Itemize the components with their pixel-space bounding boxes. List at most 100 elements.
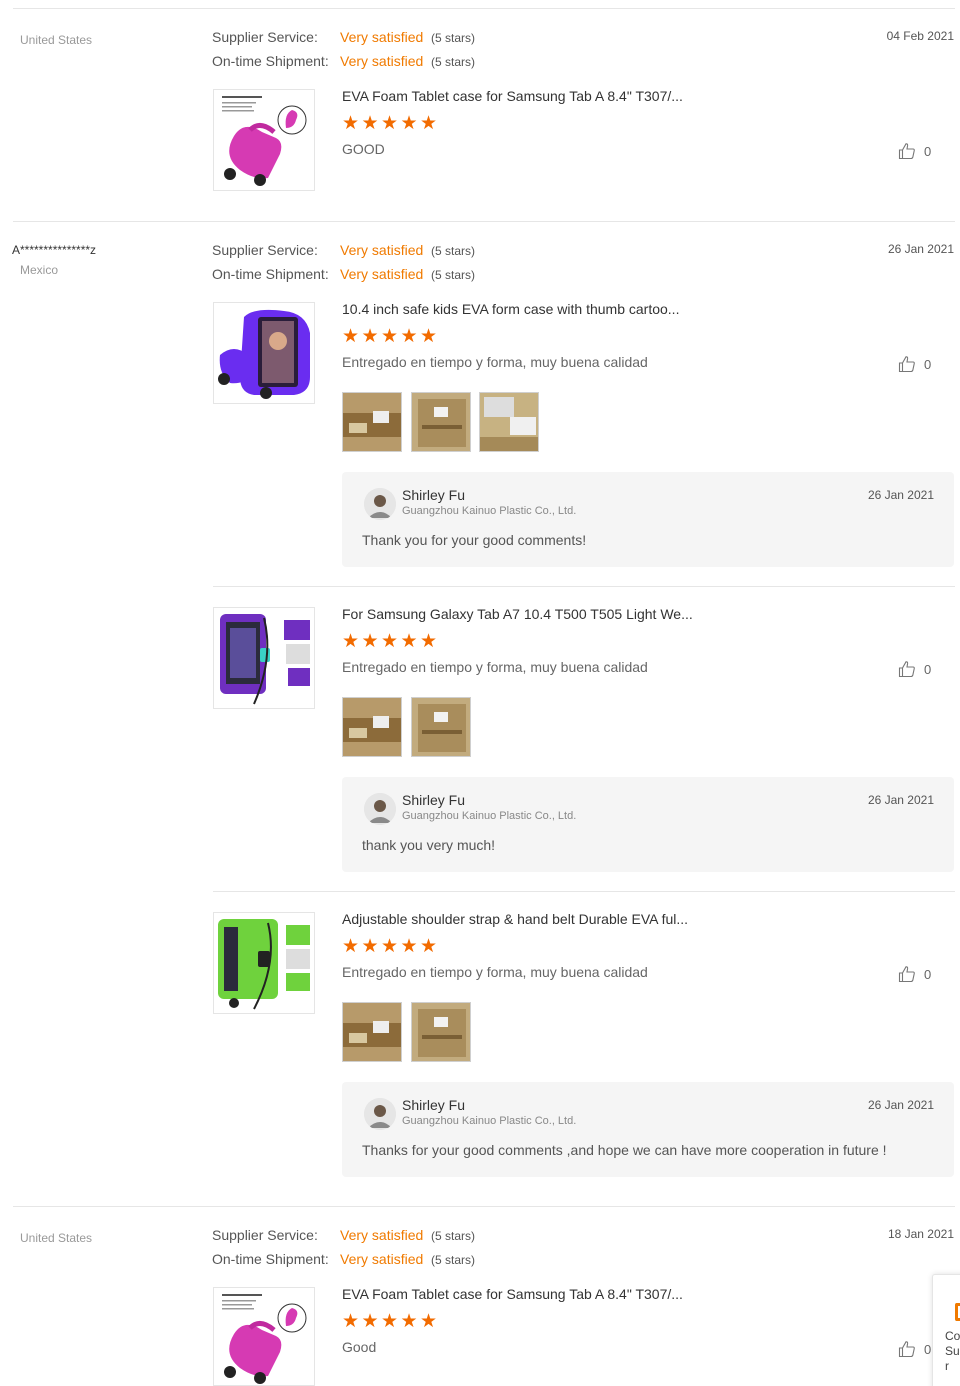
like-button[interactable]: 0 [898,965,931,983]
shipment-label: On-time Shipment: [212,1251,329,1267]
review-photo-image [412,1003,470,1061]
supplier-service-stars: (5 stars) [431,31,476,45]
widget-text-line2: Su [945,1344,960,1358]
like-count: 0 [924,1341,932,1357]
shipment-value: Very satisfied [340,53,424,69]
product-thumbnail[interactable] [213,607,315,709]
review-date: 18 Jan 2021 [887,1227,954,1241]
product-title[interactable]: For Samsung Galaxy Tab A7 10.4 T500 T505… [342,607,693,621]
supplier-service-value: Very satisfied [340,242,424,258]
star-icon: ★ [420,936,438,957]
star-icon: ★ [400,631,418,652]
shipment-value: Very satisfied [340,1251,424,1267]
reply-date: 26 Jan 2021 [867,1098,934,1112]
like-count: 0 [924,661,932,677]
review-photo-image [480,393,538,451]
product-thumbnail[interactable] [213,912,315,1014]
product-title[interactable]: 10.4 inch safe kids EVA form case with t… [342,302,679,316]
reply-author: Shirley Fu [402,792,466,808]
star-icon: ★ [420,1311,438,1332]
shipment-label: On-time Shipment: [212,53,329,69]
supplier-service-value: Very satisfied [340,1227,424,1243]
review-photo[interactable] [411,1002,471,1062]
avatar [364,1098,396,1130]
seller-reply: Shirley Fu Guangzhou Kainuo Plastic Co.,… [342,472,954,567]
supplier-service-label: Supplier Service: [212,1227,318,1243]
supplier-service-label: Supplier Service: [212,242,318,258]
star-icon: ★ [361,326,379,347]
star-icon: ★ [420,326,438,347]
star-icon: ★ [420,631,438,652]
review-photo-image [412,393,470,451]
reply-company: Guangzhou Kainuo Plastic Co., Ltd. [402,1115,577,1127]
star-icon: ★ [342,326,360,347]
contact-supplier-widget[interactable]: Co Su r [932,1274,960,1386]
product-image [214,303,314,403]
seller-reply: Shirley Fu Guangzhou Kainuo Plastic Co.,… [342,1082,954,1177]
review-photo[interactable] [342,697,402,757]
supplier-service-label: Supplier Service: [212,29,318,45]
reply-text: thank you very much! [362,837,496,853]
reply-author: Shirley Fu [402,487,466,503]
star-icon: ★ [342,936,360,957]
star-icon: ★ [381,936,399,957]
reply-company: Guangzhou Kainuo Plastic Co., Ltd. [402,505,577,517]
product-image [214,608,314,708]
review-photo[interactable] [411,392,471,452]
divider [13,221,955,222]
like-count: 0 [924,966,932,982]
like-button[interactable]: 0 [898,142,931,160]
star-icon: ★ [420,113,438,134]
reply-author: Shirley Fu [402,1097,466,1113]
star-icon: ★ [400,1311,418,1332]
product-thumbnail[interactable] [213,302,315,404]
like-button[interactable]: 0 [898,1340,931,1358]
review-photo[interactable] [479,392,539,452]
star-rating: ★ ★ ★ ★ ★ [342,326,438,347]
review-photo[interactable] [411,697,471,757]
shipment-stars: (5 stars) [431,268,476,282]
star-icon: ★ [381,326,399,347]
product-title[interactable]: EVA Foam Tablet case for Samsung Tab A 8… [342,89,683,103]
star-icon: ★ [361,1311,379,1332]
review-photo[interactable] [342,392,402,452]
review-comment: Entregado en tiempo y forma, muy buena c… [342,964,648,980]
review-comment: Entregado en tiempo y forma, muy buena c… [342,354,648,370]
supplier-service-stars: (5 stars) [431,1229,476,1243]
star-rating: ★ ★ ★ ★ ★ [342,1311,438,1332]
divider [213,891,955,892]
star-icon: ★ [361,936,379,957]
star-icon: ★ [361,631,379,652]
avatar [364,488,396,520]
star-icon: ★ [381,631,399,652]
star-icon: ★ [361,113,379,134]
product-title[interactable]: EVA Foam Tablet case for Samsung Tab A 8… [342,1287,683,1301]
reply-text: Thank you for your good comments! [362,532,587,548]
buyer-name: A***************z [12,243,97,257]
product-thumbnail[interactable] [213,1287,315,1386]
review-photo-image [343,393,401,451]
reply-company: Guangzhou Kainuo Plastic Co., Ltd. [402,810,577,822]
buyer-country: United States [20,33,93,47]
reply-date: 26 Jan 2021 [867,793,934,807]
shipment-stars: (5 stars) [431,55,476,69]
star-icon: ★ [400,326,418,347]
supplier-service-stars: (5 stars) [431,244,476,258]
like-button[interactable]: 0 [898,660,931,678]
reply-text: Thanks for your good comments ,and hope … [362,1142,887,1158]
review-photo-image [343,698,401,756]
widget-text-line3: r [945,1359,949,1373]
review-photo[interactable] [342,1002,402,1062]
thumb-up-icon [898,143,915,160]
product-title[interactable]: Adjustable shoulder strap & hand belt Du… [342,912,688,926]
divider [13,1206,955,1207]
star-icon: ★ [400,113,418,134]
review-comment: GOOD [342,141,385,157]
shipment-stars: (5 stars) [431,1253,476,1267]
shipment-value: Very satisfied [340,266,424,282]
star-icon: ★ [342,631,360,652]
buyer-country: United States [20,1231,93,1245]
product-thumbnail[interactable] [213,89,315,191]
star-rating: ★ ★ ★ ★ ★ [342,113,438,134]
like-button[interactable]: 0 [898,355,931,373]
